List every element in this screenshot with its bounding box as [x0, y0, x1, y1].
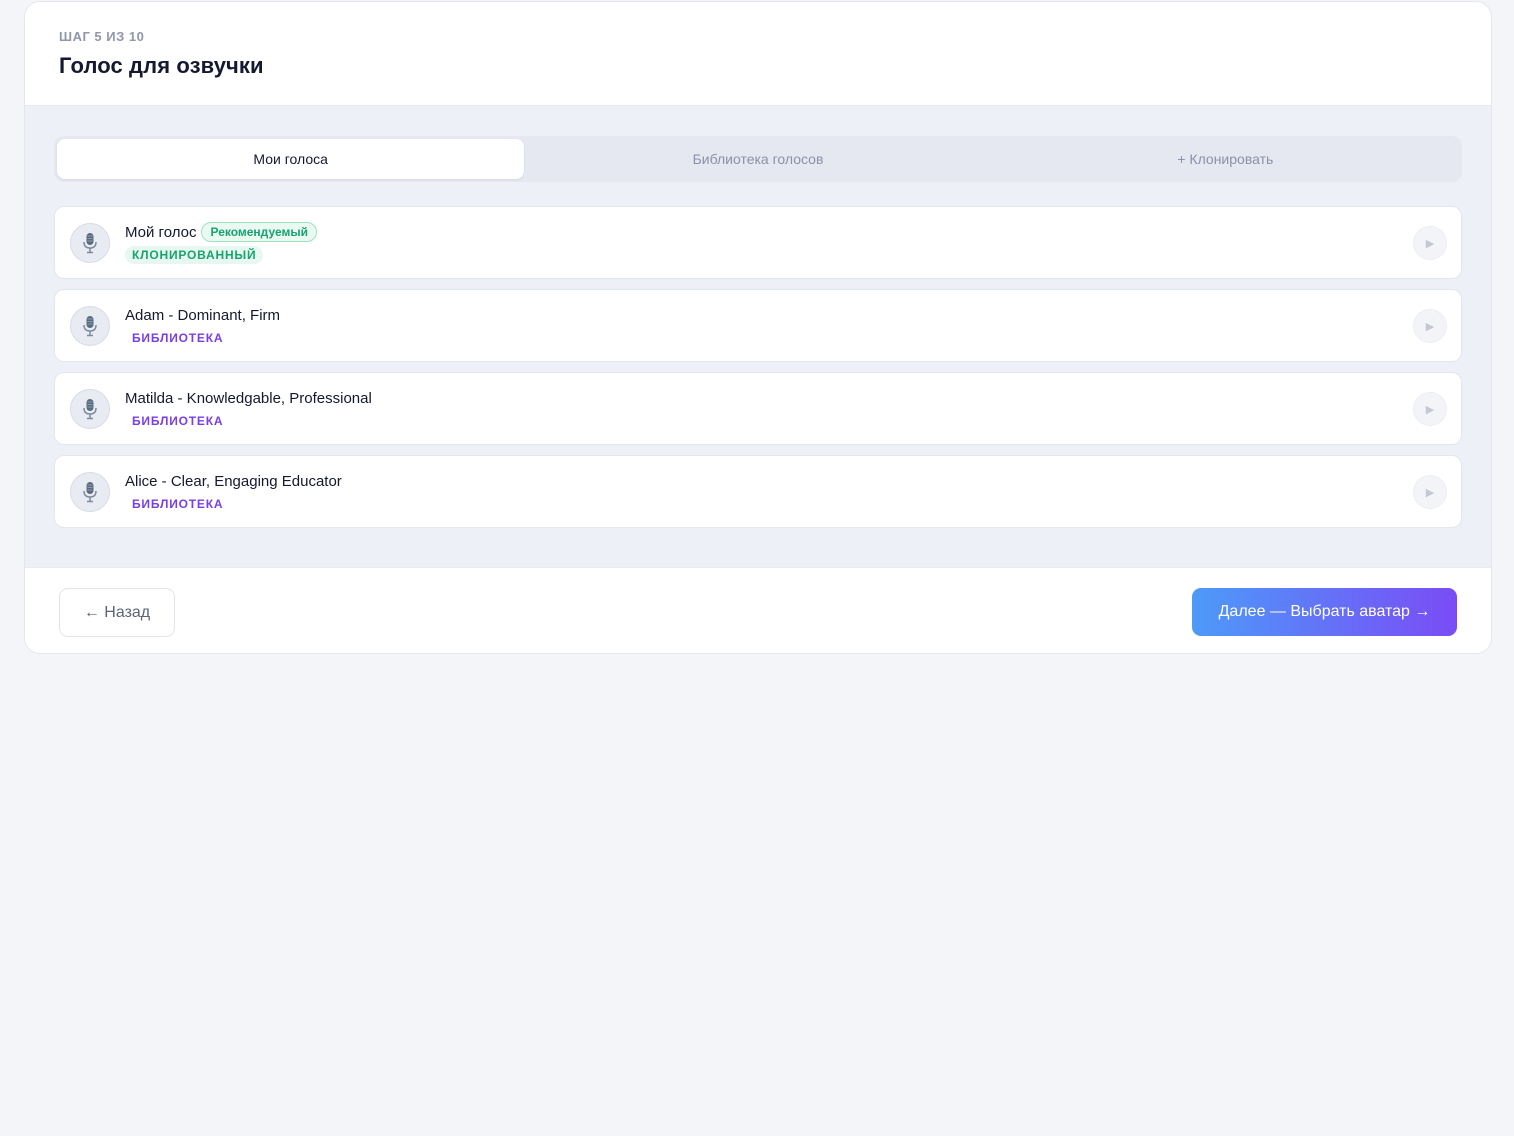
wizard-header: ШАГ 5 ИЗ 10 Голос для озвучки — [25, 2, 1491, 106]
play-icon[interactable]: ▶ — [1413, 475, 1447, 509]
voice-info: Adam - Dominant, Firm БИБЛИОТЕКА — [125, 304, 280, 347]
voice-name-line: Adam - Dominant, Firm — [125, 304, 280, 326]
wizard-body: Мои голоса Библиотека голосов + Клониров… — [25, 106, 1491, 567]
voice-name: Matilda - Knowledgable, Professional — [125, 389, 372, 407]
voice-name: Adam - Dominant, Firm — [125, 306, 281, 324]
recommended-badge: Рекомендуемый — [201, 222, 317, 242]
microphone-icon — [70, 472, 110, 512]
next-button[interactable]: Далее — Выбрать аватар → — [1192, 588, 1457, 636]
voice-name-line: Matilda - Knowledgable, Professional — [125, 387, 372, 409]
voice-item-adam[interactable]: Adam - Dominant, Firm БИБЛИОТЕКА ▶ — [54, 289, 1462, 362]
play-icon[interactable]: ▶ — [1413, 392, 1447, 426]
voice-info: Matilda - Knowledgable, Professional БИБ… — [125, 387, 372, 430]
wizard-footer: ← Назад Далее — Выбрать аватар → — [25, 567, 1491, 653]
microphone-icon — [70, 389, 110, 429]
voice-name-line: Мой голос Рекомендуемый — [125, 221, 317, 243]
voice-type-badge: БИБЛИОТЕКА — [132, 331, 224, 345]
voice-type-badge: КЛОНИРОВАННЫЙ — [125, 246, 264, 264]
tab-voice-library[interactable]: Библиотека голосов — [524, 139, 991, 179]
voice-info: Мой голос Рекомендуемый КЛОНИРОВАННЫЙ — [125, 221, 317, 264]
play-icon[interactable]: ▶ — [1413, 226, 1447, 260]
wizard-card: ШАГ 5 ИЗ 10 Голос для озвучки Мои голоса… — [24, 1, 1492, 654]
voice-name: Мой голос — [125, 223, 197, 241]
voice-name: Alice - Clear, Engaging Educator — [125, 472, 342, 490]
voice-info: Alice - Clear, Engaging Educator БИБЛИОТ… — [125, 470, 342, 513]
voice-item-my-voice[interactable]: Мой голос Рекомендуемый КЛОНИРОВАННЫЙ ▶ — [54, 206, 1462, 279]
voice-type-badge: БИБЛИОТЕКА — [132, 414, 224, 428]
tab-clone-voice[interactable]: + Клонировать — [992, 139, 1459, 179]
tab-my-voices[interactable]: Мои голоса — [57, 139, 525, 179]
page-title: Голос для озвучки — [59, 53, 264, 78]
step-indicator: ШАГ 5 ИЗ 10 — [59, 29, 145, 44]
voice-type-badge: БИБЛИОТЕКА — [132, 497, 224, 511]
voice-item-alice[interactable]: Alice - Clear, Engaging Educator БИБЛИОТ… — [54, 455, 1462, 528]
back-button[interactable]: ← Назад — [59, 588, 175, 637]
voice-item-matilda[interactable]: Matilda - Knowledgable, Professional БИБ… — [54, 372, 1462, 445]
microphone-icon — [70, 306, 110, 346]
microphone-icon — [70, 223, 110, 263]
voice-list: Мой голос Рекомендуемый КЛОНИРОВАННЫЙ ▶ — [54, 206, 1462, 528]
voice-name-line: Alice - Clear, Engaging Educator — [125, 470, 342, 492]
play-icon[interactable]: ▶ — [1413, 309, 1447, 343]
voice-tabs: Мои голоса Библиотека голосов + Клониров… — [54, 136, 1462, 182]
